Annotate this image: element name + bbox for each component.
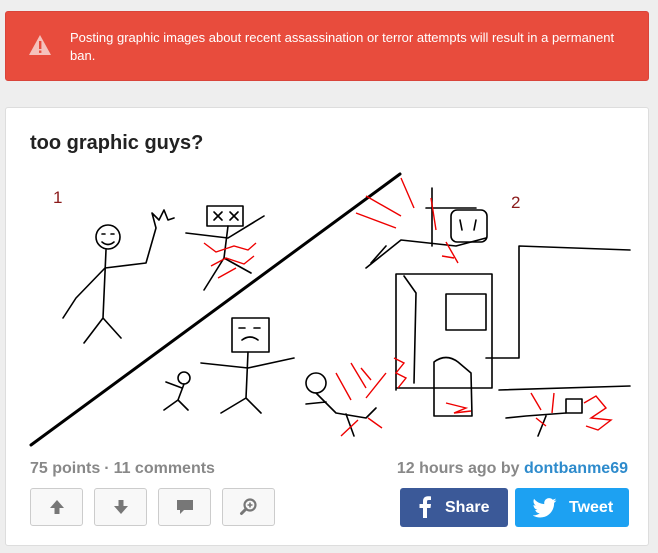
twitter-icon xyxy=(533,498,557,518)
arrow-up-icon xyxy=(49,500,64,514)
post-stats: 75 points · 11 comments xyxy=(30,460,215,478)
zoom-button[interactable] xyxy=(222,488,275,526)
alert-message: Posting graphic images about recent assa… xyxy=(70,30,615,63)
post-time: 12 hours ago xyxy=(396,460,497,477)
arrow-down-icon xyxy=(113,500,128,514)
post-byline: 12 hours ago by dontbanme69 xyxy=(397,460,628,478)
facebook-icon xyxy=(419,496,431,518)
by-label: by xyxy=(500,460,520,477)
alert-banner: Posting graphic images about recent assa… xyxy=(5,11,649,81)
facebook-share-label: Share xyxy=(445,499,490,516)
comment-button[interactable] xyxy=(158,488,211,526)
comments-count[interactable]: 11 comments xyxy=(114,460,215,477)
upvote-button[interactable] xyxy=(30,488,83,526)
comment-icon xyxy=(176,500,193,514)
panel1-label: 1 xyxy=(53,188,62,207)
points-count: 75 points xyxy=(30,460,101,477)
separator: · xyxy=(104,460,110,477)
post-title: too graphic guys? xyxy=(30,132,204,154)
downvote-button[interactable] xyxy=(94,488,147,526)
author-link[interactable]: dontbanme69 xyxy=(524,460,628,477)
post-image[interactable]: 1 2 xyxy=(6,168,650,453)
zoom-icon xyxy=(239,498,257,515)
twitter-tweet-button[interactable]: Tweet xyxy=(515,488,629,527)
facebook-share-button[interactable]: Share xyxy=(400,488,508,527)
panel2-label: 2 xyxy=(511,193,520,212)
twitter-tweet-label: Tweet xyxy=(569,499,614,516)
post-card: too graphic guys? 1 2 75 points · 11 com… xyxy=(5,107,649,546)
warning-triangle-icon xyxy=(29,35,51,55)
